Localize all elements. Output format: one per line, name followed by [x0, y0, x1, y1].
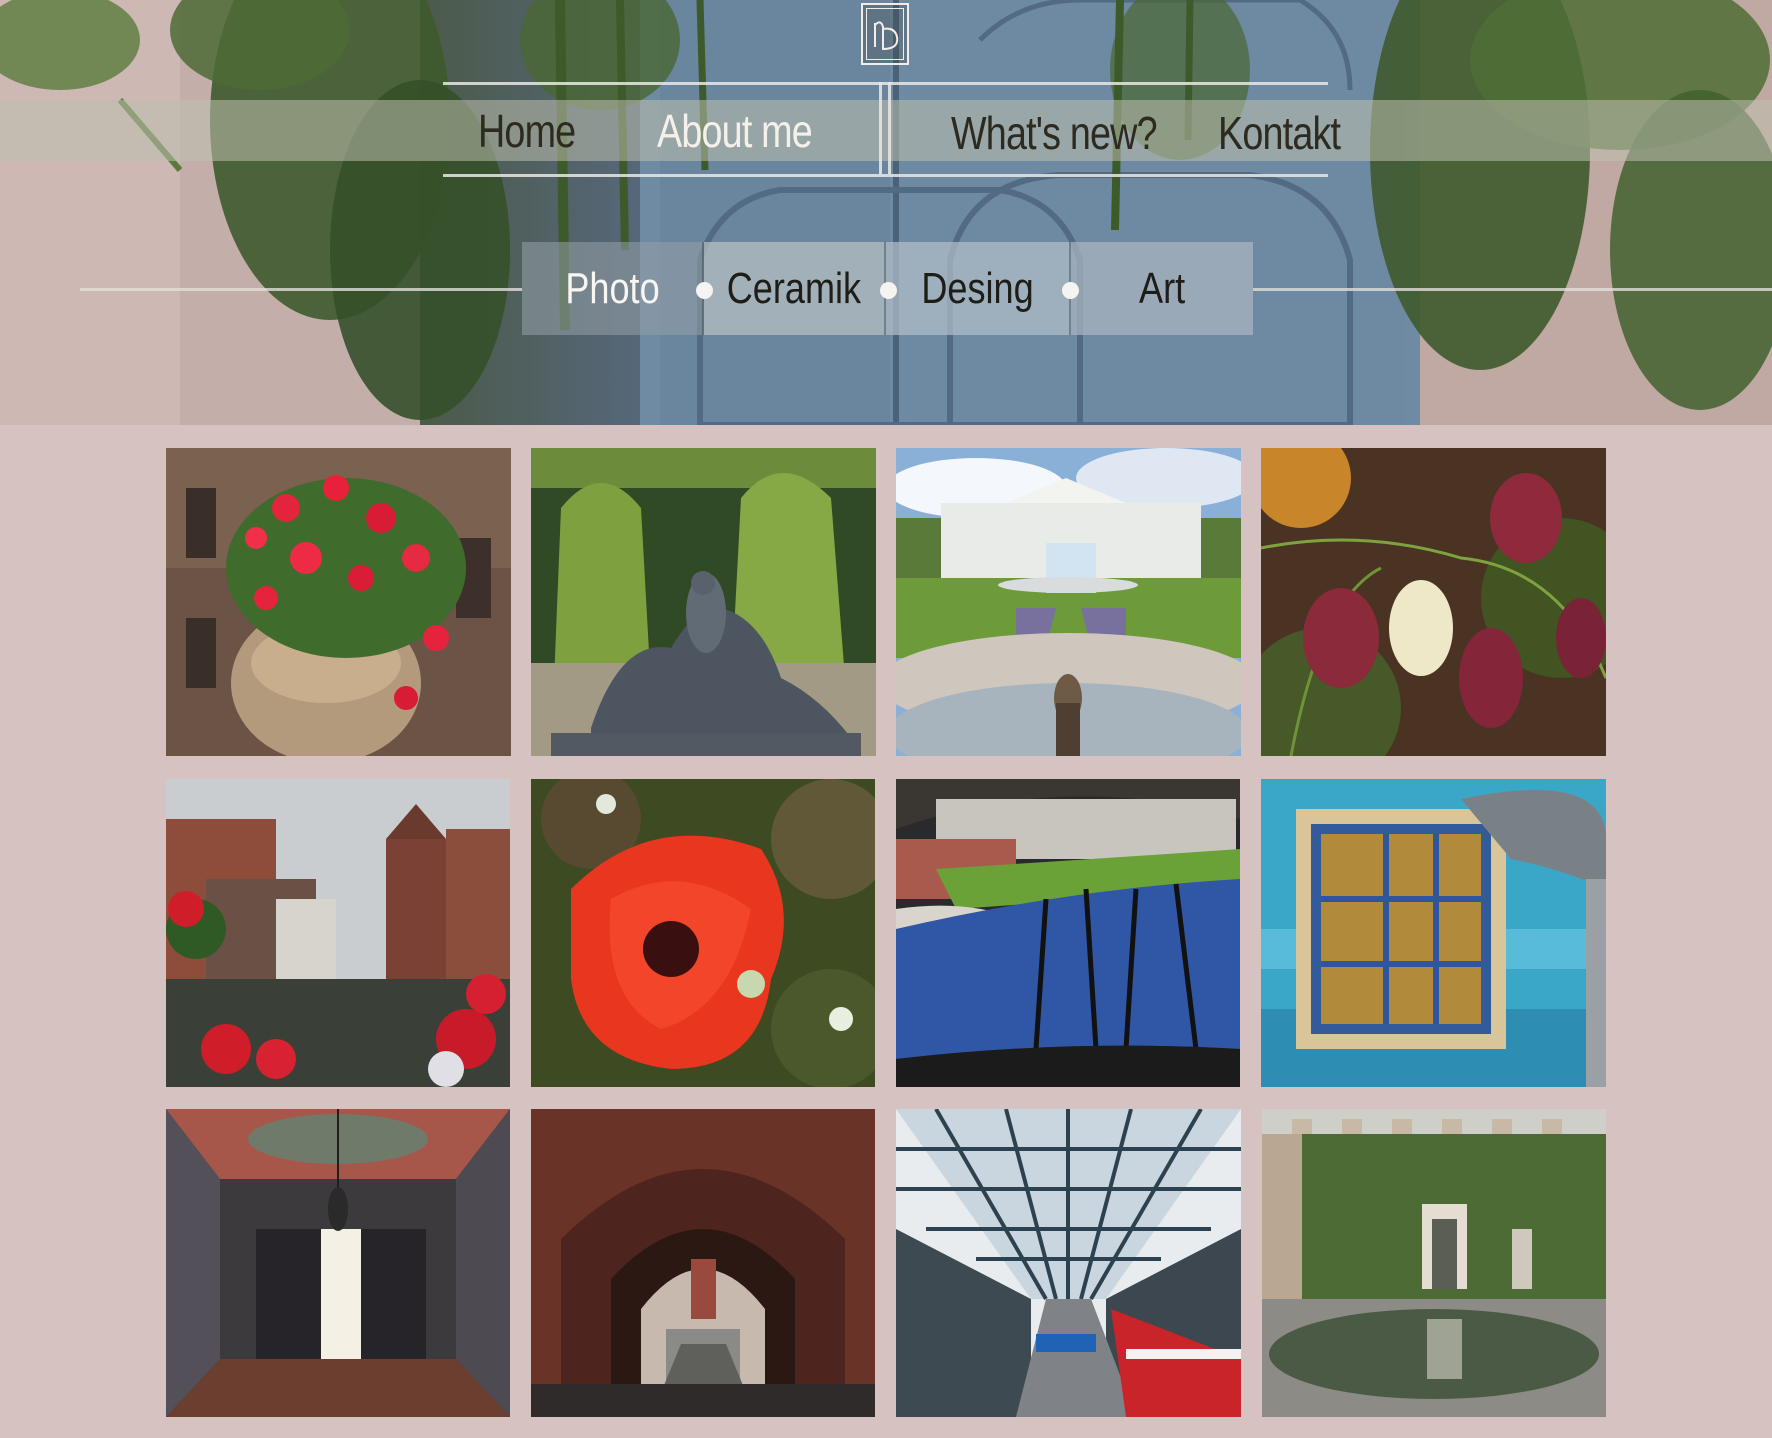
courtyard-pond-photo[interactable] [1262, 1109, 1606, 1417]
fountain-statue-photo[interactable] [531, 448, 876, 756]
nav-item-whats-new[interactable]: What's new? [951, 110, 1158, 156]
monogram-nd-icon [866, 8, 904, 60]
nav-divider-second [888, 82, 891, 174]
category-ceramik-label: Ceramik [726, 263, 862, 313]
flower-vase-photo[interactable] [166, 448, 511, 756]
category-separator-dot [696, 282, 713, 299]
category-rule-left [80, 288, 522, 291]
hero-header: Home About me What's new? Kontakt Photo … [0, 0, 1772, 425]
nav-divider [879, 82, 882, 174]
fritillaria-flowers-photo[interactable] [1261, 448, 1606, 756]
category-art-label: Art [1138, 263, 1186, 313]
category-desing-label: Desing [921, 263, 1034, 313]
category-separator-dot [880, 282, 897, 299]
category-photo[interactable]: Photo [522, 242, 704, 335]
poppy-photo[interactable] [531, 779, 875, 1087]
category-desing[interactable]: Desing [886, 242, 1071, 335]
blue-window-photo[interactable] [1261, 779, 1606, 1087]
category-separator-dot [1062, 282, 1079, 299]
palace-fountain-photo[interactable] [896, 448, 1241, 756]
category-photo-label: Photo [564, 263, 660, 313]
nav-item-home[interactable]: Home [478, 108, 576, 154]
main-nav-band [0, 100, 1772, 161]
canal-reflection-photo[interactable] [896, 779, 1240, 1087]
nav-bottom-rule [443, 174, 1328, 177]
nav-item-about-me[interactable]: About me [657, 108, 813, 154]
nav-top-rule [443, 82, 1328, 85]
category-art[interactable]: Art [1071, 242, 1253, 335]
river-town-photo[interactable] [166, 779, 510, 1087]
train-station-photo[interactable] [896, 1109, 1241, 1417]
nav-item-kontakt[interactable]: Kontakt [1218, 110, 1341, 156]
site-logo[interactable] [861, 3, 909, 65]
photo-gallery [0, 425, 1772, 1438]
brick-archway-photo[interactable] [531, 1109, 875, 1417]
category-ceramik[interactable]: Ceramik [704, 242, 886, 335]
category-rule-right [1253, 288, 1772, 291]
ornate-hallway-photo[interactable] [166, 1109, 510, 1417]
